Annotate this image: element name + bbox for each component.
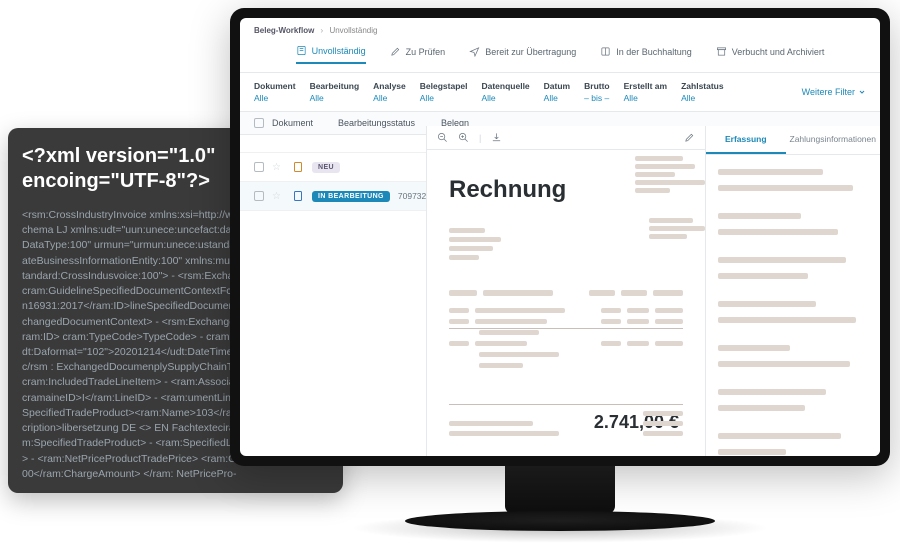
col-dokument[interactable]: Dokument bbox=[272, 118, 330, 128]
preview-toolbar: | bbox=[427, 126, 705, 150]
breadcrumb-current: Unvollständig bbox=[329, 26, 377, 35]
tab-label: Bereit zur Übertragung bbox=[485, 47, 576, 57]
tab-erfassung[interactable]: Erfassung bbox=[706, 126, 786, 154]
status-badge: IN BEARBEITUNG bbox=[312, 191, 390, 202]
archive-icon bbox=[716, 46, 727, 57]
breadcrumb: Beleg-Workflow › Unvollständig bbox=[240, 18, 880, 41]
row-checkbox[interactable] bbox=[254, 191, 264, 201]
star-icon[interactable]: ☆ bbox=[272, 191, 284, 202]
tab-unvollstaendig[interactable]: Unvollständig bbox=[296, 45, 366, 64]
filter-analyse[interactable]: AnalyseAlle bbox=[373, 81, 406, 103]
filter-zahlstatus[interactable]: ZahlstatusAlle bbox=[681, 81, 724, 103]
filter-datenquelle[interactable]: DatenquelleAlle bbox=[481, 81, 529, 103]
select-all-checkbox[interactable] bbox=[254, 118, 264, 128]
breadcrumb-sep: › bbox=[321, 26, 324, 35]
doc-type-icon bbox=[292, 161, 304, 173]
edit-icon[interactable] bbox=[684, 132, 695, 143]
filter-datum[interactable]: DatumAlle bbox=[544, 81, 570, 103]
zoom-out-icon[interactable] bbox=[437, 132, 448, 143]
document-preview[interactable]: Rechnung bbox=[427, 150, 705, 456]
breadcrumb-root[interactable]: Beleg-Workflow bbox=[254, 26, 314, 35]
details-pane: Erfassung Zahlungsinformationen bbox=[706, 126, 880, 456]
tab-label: Zu Prüfen bbox=[406, 47, 446, 57]
filter-dokument[interactable]: DokumentAlle bbox=[254, 81, 296, 103]
beleg-number: 709732 bbox=[398, 191, 426, 201]
edit-icon bbox=[390, 46, 401, 57]
book-icon bbox=[600, 46, 611, 57]
col-status[interactable]: Bearbeitungsstatus bbox=[338, 118, 433, 128]
star-icon[interactable]: ☆ bbox=[272, 162, 284, 173]
monitor: Beleg-Workflow › Unvollständig Unvollstä… bbox=[230, 8, 890, 543]
filter-erstellt[interactable]: Erstellt amAlle bbox=[624, 81, 667, 103]
tab-zahlungsinfo[interactable]: Zahlungsinformationen bbox=[786, 126, 880, 154]
row-checkbox[interactable] bbox=[254, 162, 264, 172]
more-filters[interactable]: Weitere Filter bbox=[802, 81, 866, 103]
tab-bereit[interactable]: Bereit zur Übertragung bbox=[469, 45, 576, 64]
tab-label: Verbucht und Archiviert bbox=[732, 47, 825, 57]
monitor-shadow bbox=[350, 513, 770, 543]
doc-type-icon bbox=[292, 190, 304, 202]
filter-brutto[interactable]: Brutto– bis – bbox=[584, 81, 610, 103]
filter-bearbeitung[interactable]: BearbeitungAlle bbox=[310, 81, 360, 103]
zoom-in-icon[interactable] bbox=[458, 132, 469, 143]
filter-bar: DokumentAlle BearbeitungAlle AnalyseAlle… bbox=[240, 73, 880, 112]
tab-archiv[interactable]: Verbucht und Archiviert bbox=[716, 45, 825, 64]
document-preview-pane: | Rechnung bbox=[426, 126, 706, 456]
send-icon bbox=[469, 46, 480, 57]
monitor-stand bbox=[505, 466, 615, 514]
download-icon[interactable] bbox=[491, 132, 502, 143]
tab-label: Unvollständig bbox=[312, 46, 366, 56]
doc-lines-icon bbox=[296, 45, 307, 56]
chevron-down-icon bbox=[858, 88, 866, 96]
tab-zu-pruefen[interactable]: Zu Prüfen bbox=[390, 45, 446, 64]
tab-label: In der Buchhaltung bbox=[616, 47, 692, 57]
status-badge: NEU bbox=[312, 162, 340, 173]
filter-belegstapel[interactable]: BelegstapelAlle bbox=[420, 81, 468, 103]
tab-buchhaltung[interactable]: In der Buchhaltung bbox=[600, 45, 692, 64]
workflow-tabs: Unvollständig Zu Prüfen Bereit zur Übert… bbox=[240, 41, 880, 73]
